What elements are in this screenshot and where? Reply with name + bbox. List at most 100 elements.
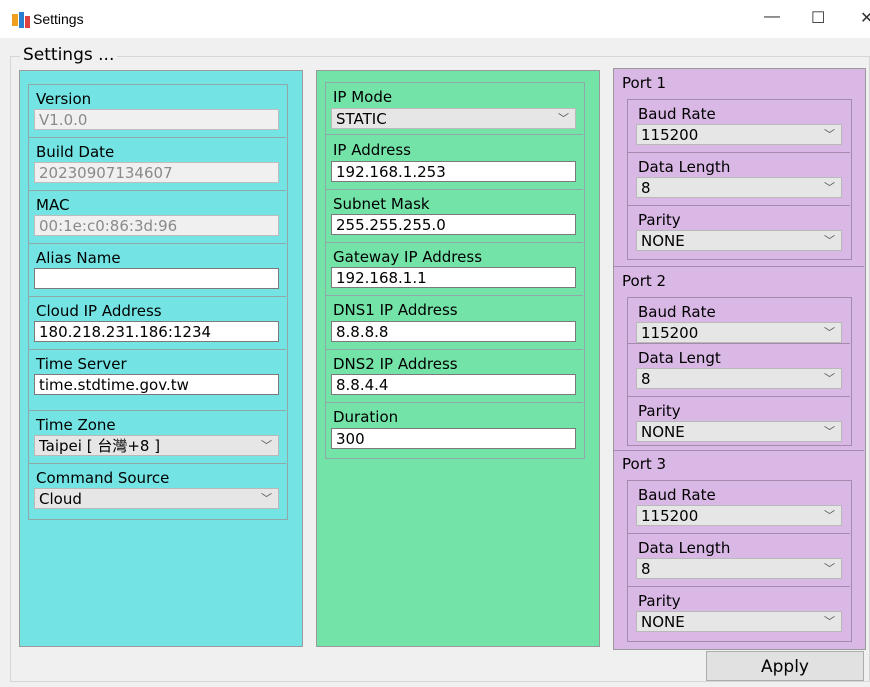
- time-server-input[interactable]: time.stdtime.gov.tw: [34, 374, 279, 395]
- port-3-length-value: 8: [641, 560, 651, 578]
- version-field: V1.0.0: [34, 109, 279, 130]
- divider: [613, 450, 864, 451]
- chevron-down-icon: ﹀: [824, 425, 835, 438]
- command-source-label: Command Source: [36, 469, 172, 487]
- command-source-value: Cloud: [39, 490, 82, 508]
- divider: [325, 189, 583, 190]
- window-title: Settings: [33, 11, 84, 27]
- port-2-length-select[interactable]: 8 ﹀: [636, 368, 842, 389]
- port-1-parity-label: Parity: [638, 211, 683, 229]
- cloud-ip-input[interactable]: 180.218.231.186:1234: [34, 321, 279, 342]
- divider: [28, 296, 286, 297]
- port-2-parity-value: NONE: [641, 423, 685, 441]
- divider: [627, 152, 850, 153]
- port-1-parity-select[interactable]: NONE ﹀: [636, 230, 842, 251]
- port-3-parity-value: NONE: [641, 613, 685, 631]
- divider: [28, 243, 286, 244]
- chevron-down-icon: ﹀: [824, 234, 835, 247]
- ip-mode-select[interactable]: STATIC ﹀: [331, 108, 576, 129]
- subnet-mask-input[interactable]: 255.255.255.0: [331, 214, 576, 235]
- mac-field: 00:1e:c0:86:3d:96: [34, 215, 279, 236]
- divider: [627, 396, 850, 397]
- time-zone-value: Taipei [ 台灣+8 ]: [39, 437, 161, 455]
- divider: [325, 402, 583, 403]
- command-source-select[interactable]: Cloud ﹀: [34, 488, 279, 509]
- port-1-baud-select[interactable]: 115200 ﹀: [636, 124, 842, 145]
- port-2-baud-label: Baud Rate: [638, 303, 718, 321]
- close-icon[interactable]: ✕: [860, 8, 870, 28]
- chevron-down-icon: ﹀: [261, 439, 272, 452]
- port-3-parity-select[interactable]: NONE ﹀: [636, 611, 842, 632]
- divider: [613, 266, 864, 267]
- duration-input[interactable]: 300: [331, 428, 576, 449]
- ip-mode-value: STATIC: [336, 110, 387, 128]
- cloud-ip-label: Cloud IP Address: [36, 302, 164, 320]
- port-1-title: Port 1: [622, 74, 667, 92]
- port-2-length-label: Data Lengt: [638, 349, 723, 367]
- build-date-field: 20230907134607: [34, 162, 279, 183]
- chevron-down-icon: ﹀: [824, 615, 835, 628]
- divider: [325, 295, 583, 296]
- settings-group-title: Settings ...: [20, 45, 118, 65]
- divider: [28, 190, 286, 191]
- alias-name-label: Alias Name: [36, 249, 123, 267]
- port-3-parity-label: Parity: [638, 592, 683, 610]
- build-date-label: Build Date: [36, 143, 117, 161]
- chevron-down-icon: ﹀: [261, 492, 272, 505]
- minimize-icon[interactable]: —: [764, 8, 780, 26]
- gateway-input[interactable]: 192.168.1.1: [331, 267, 576, 288]
- gateway-label: Gateway IP Address: [333, 248, 485, 266]
- dns2-label: DNS2 IP Address: [333, 355, 460, 373]
- port-3-length-label: Data Length: [638, 539, 733, 557]
- port-2-title: Port 2: [622, 272, 667, 290]
- port-1-length-value: 8: [641, 179, 651, 197]
- port-3-baud-select[interactable]: 115200 ﹀: [636, 505, 842, 526]
- chevron-down-icon: ﹀: [824, 128, 835, 141]
- time-zone-select[interactable]: Taipei [ 台灣+8 ] ﹀: [34, 435, 279, 456]
- divider: [28, 137, 286, 138]
- time-server-label: Time Server: [36, 355, 129, 373]
- version-label: Version: [36, 90, 94, 108]
- divider: [627, 533, 850, 534]
- subnet-mask-label: Subnet Mask: [333, 195, 432, 213]
- dns1-label: DNS1 IP Address: [333, 301, 460, 319]
- divider: [325, 349, 583, 350]
- ip-mode-label: IP Mode: [333, 88, 395, 106]
- chevron-down-icon: ﹀: [558, 112, 569, 125]
- divider: [325, 134, 583, 135]
- port-2-baud-value: 115200: [641, 324, 699, 342]
- port-3-length-select[interactable]: 8 ﹀: [636, 558, 842, 579]
- port-1-length-select[interactable]: 8 ﹀: [636, 177, 842, 198]
- port-2-baud-select[interactable]: 115200 ﹀: [636, 322, 842, 343]
- maximize-icon[interactable]: ☐: [811, 8, 825, 28]
- duration-label: Duration: [333, 408, 401, 426]
- chevron-down-icon: ﹀: [824, 372, 835, 385]
- port-1-parity-value: NONE: [641, 232, 685, 250]
- apply-button[interactable]: Apply: [706, 651, 864, 681]
- divider: [28, 410, 286, 411]
- port-2-parity-select[interactable]: NONE ﹀: [636, 421, 842, 442]
- ip-address-input[interactable]: 192.168.1.253: [331, 161, 576, 182]
- port-1-length-label: Data Length: [638, 158, 733, 176]
- port-3-baud-label: Baud Rate: [638, 486, 718, 504]
- port-1-baud-label: Baud Rate: [638, 105, 718, 123]
- app-icon: [12, 12, 30, 28]
- chevron-down-icon: ﹀: [824, 562, 835, 575]
- divider: [28, 349, 286, 350]
- port-3-baud-value: 115200: [641, 507, 699, 525]
- divider: [325, 242, 583, 243]
- divider: [627, 343, 850, 344]
- title-bar: Settings — ☐ ✕: [0, 0, 870, 38]
- port-2-parity-label: Parity: [638, 402, 683, 420]
- chevron-down-icon: ﹀: [824, 326, 835, 339]
- time-zone-label: Time Zone: [36, 416, 118, 434]
- chevron-down-icon: ﹀: [824, 181, 835, 194]
- alias-name-input[interactable]: [34, 268, 279, 289]
- port-2-length-value: 8: [641, 370, 651, 388]
- divider: [627, 205, 850, 206]
- dns1-input[interactable]: 8.8.8.8: [331, 321, 576, 342]
- port-3-title: Port 3: [622, 455, 667, 473]
- dns2-input[interactable]: 8.8.4.4: [331, 374, 576, 395]
- ip-address-label: IP Address: [333, 141, 413, 159]
- divider: [28, 463, 286, 464]
